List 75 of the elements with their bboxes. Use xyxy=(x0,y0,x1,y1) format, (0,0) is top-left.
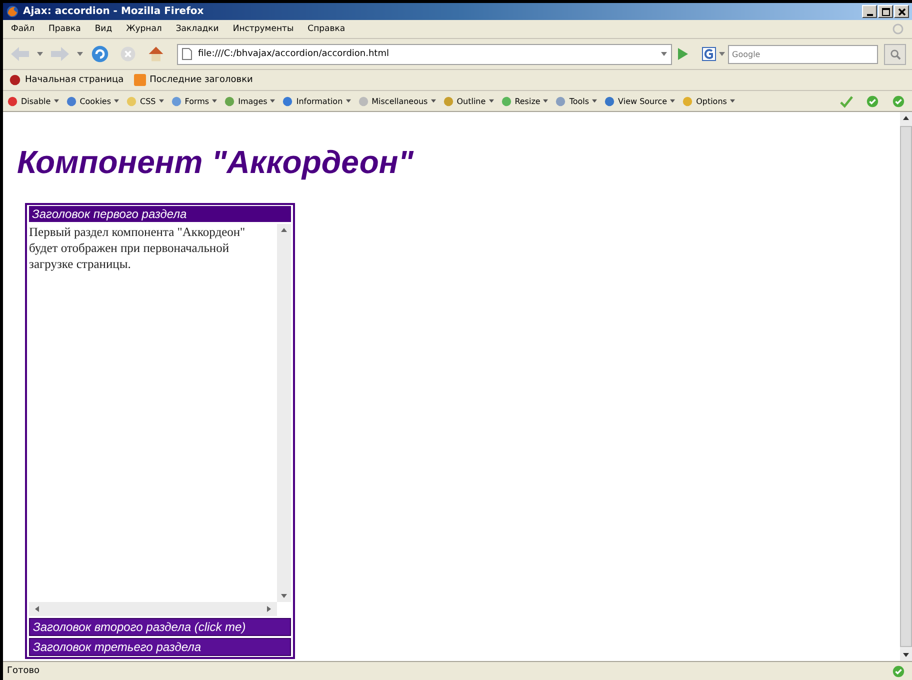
search-icon xyxy=(890,48,900,60)
caret-icon[interactable] xyxy=(37,52,43,56)
caret-icon xyxy=(730,99,735,103)
caret-icon xyxy=(543,99,548,103)
maximize-icon xyxy=(882,8,890,16)
caret-icon xyxy=(270,99,276,103)
feed-icon xyxy=(134,74,146,86)
status-text: Готово xyxy=(7,666,41,676)
caret-icon xyxy=(670,99,676,103)
caret-icon xyxy=(212,99,218,103)
search-button[interactable] xyxy=(884,44,906,64)
section-header[interactable]: Заголовок второго раздела (click me) xyxy=(29,618,291,636)
menu-item[interactable]: Вид xyxy=(94,24,112,34)
right-arrow-icon[interactable] xyxy=(265,605,273,613)
menu-item[interactable]: Журнал xyxy=(126,24,162,34)
caret-icon xyxy=(114,99,120,103)
toolbar-menu-button[interactable]: CSS xyxy=(126,96,164,106)
close-icon xyxy=(898,8,906,16)
go-icon[interactable] xyxy=(678,48,688,60)
close-button[interactable] xyxy=(894,5,909,18)
maximize-button[interactable] xyxy=(878,5,893,18)
page-heading: Компонент "Аккордеон" xyxy=(17,144,415,181)
caret-icon xyxy=(430,99,436,103)
toolbar-menu-button[interactable]: Images xyxy=(224,96,276,106)
caret-icon xyxy=(592,99,598,103)
caret-icon[interactable] xyxy=(661,52,667,56)
menu-item[interactable]: Инструменты xyxy=(232,24,294,34)
menu-item[interactable]: Файл xyxy=(11,24,34,34)
toolbar-menu-button[interactable]: View Source xyxy=(604,96,676,106)
toolbar-menu-button[interactable]: Cookies xyxy=(66,96,120,106)
up-arrow-icon[interactable] xyxy=(902,114,910,122)
caret-icon[interactable] xyxy=(719,52,725,56)
page-icon xyxy=(182,48,192,60)
scrollbar[interactable] xyxy=(29,602,277,616)
caret-icon xyxy=(488,99,494,103)
scrollbar[interactable] xyxy=(277,224,291,602)
status-ok-icon xyxy=(892,664,905,678)
scrollbar[interactable] xyxy=(900,112,912,661)
window-title: Ajax: accordion - Mozilla Firefox xyxy=(23,6,205,17)
section-header[interactable]: Заголовок первого раздела xyxy=(29,206,291,222)
toolbar-menu-button[interactable]: Forms xyxy=(170,96,218,106)
toolbar-menu-button[interactable]: Outline xyxy=(442,96,494,106)
toolbar-menu-button[interactable]: Disable xyxy=(7,96,59,106)
caret-icon[interactable] xyxy=(77,52,83,56)
status-ok-icon xyxy=(866,94,879,108)
section-text: Первый раздел компонента "Аккордеон" будет отображен при первоначальной загрузке страницы. xyxy=(29,224,246,273)
menu-item[interactable]: Справка xyxy=(308,24,346,34)
bookmark-link[interactable]: Последние заголовки xyxy=(150,75,253,85)
toolbar-menu-button[interactable]: Tools xyxy=(555,96,598,106)
left-arrow-icon[interactable] xyxy=(33,605,41,613)
toolbar-menu-button[interactable]: Options xyxy=(682,96,735,106)
down-arrow-icon[interactable] xyxy=(280,592,288,600)
checkmark-icon xyxy=(840,94,853,108)
caret-icon xyxy=(158,99,164,103)
menu-item[interactable]: Правка xyxy=(48,24,81,34)
reload-icon[interactable] xyxy=(89,45,111,63)
status-ok-icon xyxy=(892,94,905,108)
throbber-icon xyxy=(892,23,904,35)
bookmark-icon xyxy=(9,74,21,86)
caret-icon xyxy=(346,99,351,103)
search-engine-icon[interactable] xyxy=(702,47,716,61)
down-arrow-icon[interactable] xyxy=(902,651,910,659)
minimize-icon xyxy=(866,14,872,16)
address-field[interactable]: file:///C:/bhvajax/accordion/accordion.html xyxy=(177,44,672,64)
toolbar-menu-button[interactable]: Resize xyxy=(500,96,548,106)
toolbar-menu-button[interactable]: Information xyxy=(282,96,351,106)
search-field[interactable]: Google xyxy=(728,44,878,64)
menu-item[interactable]: Закладки xyxy=(176,24,219,34)
toolbar-menu-button[interactable]: Miscellaneous xyxy=(358,96,436,106)
minimize-button[interactable] xyxy=(862,5,877,18)
bookmark-link[interactable]: Начальная страница xyxy=(25,75,124,85)
up-arrow-icon[interactable] xyxy=(280,226,288,234)
firefox-icon xyxy=(6,5,19,18)
section-header[interactable]: Заголовок третьего раздела xyxy=(29,638,291,656)
caret-icon xyxy=(54,99,59,103)
